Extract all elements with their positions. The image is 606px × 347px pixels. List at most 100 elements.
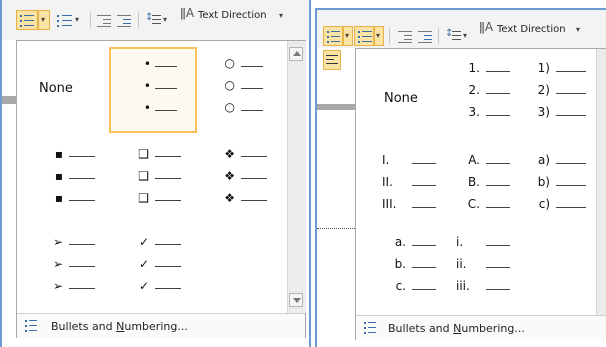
- scroll-up-button[interactable]: [289, 47, 303, 61]
- placeholder-line: [69, 288, 95, 289]
- document-text-edge: [317, 228, 355, 230]
- decrease-indent-button[interactable]: [94, 10, 112, 30]
- scroll-up-arrow-icon: [293, 51, 301, 56]
- numbering-none-option[interactable]: None: [384, 91, 440, 106]
- bullet-option-square[interactable]: ▪ ▪ ▪: [41, 147, 111, 213]
- number-label: 3): [537, 105, 550, 119]
- bullets-button[interactable]: [16, 10, 38, 30]
- number-label: a.: [394, 235, 406, 249]
- numbering-dropdown-button[interactable]: ▾: [374, 26, 384, 46]
- numbering-option-arabic-period[interactable]: 1. 2. 3.: [456, 61, 526, 127]
- placeholder-line: [556, 93, 586, 94]
- decrease-indent-button[interactable]: [395, 26, 413, 46]
- placeholder-line: [556, 163, 586, 164]
- gallery-scrollbar[interactable]: [287, 41, 306, 313]
- placeholder-line: [486, 71, 510, 72]
- bullets-and-numbering-label: Bullets and Numbering...: [388, 322, 525, 335]
- placeholder-line: [241, 88, 263, 89]
- text-direction-icon: ǁA: [180, 6, 195, 20]
- bullet-option-diamond[interactable]: ❖ ❖ ❖: [213, 147, 283, 213]
- placeholder-line: [155, 288, 181, 289]
- placeholder-line: [241, 178, 267, 179]
- increase-indent-button[interactable]: [114, 10, 132, 30]
- line-spacing-button[interactable]: ↕ ▾: [142, 10, 172, 30]
- increase-indent-icon: [117, 15, 131, 27]
- number-label: I.: [382, 153, 390, 167]
- decrease-indent-icon: [398, 31, 412, 43]
- numbering-option-roman-upper[interactable]: I. II. III.: [382, 153, 452, 219]
- numbering-option-arabic-paren[interactable]: 1) 2) 3): [526, 61, 596, 127]
- numbering-button[interactable]: ▾: [54, 10, 84, 30]
- number-label: 2.: [468, 83, 480, 97]
- text-direction-button[interactable]: ǁA Text Direction ▾: [178, 6, 288, 24]
- placeholder-line: [486, 163, 510, 164]
- placeholder-line: [241, 156, 267, 157]
- right-screenshot: ▾ ▾ ↕ ▾ ǁA Text Direction ▾ None 1. 2. 3…: [315, 0, 606, 347]
- chevron-down-icon: ▾: [345, 31, 350, 40]
- placeholder-line: [69, 178, 95, 179]
- gallery-scrollbar[interactable]: [596, 49, 606, 317]
- numbering-option-alpha-lower-paren[interactable]: a) b) c): [526, 153, 596, 219]
- bullet-option-checkmark[interactable]: ✓ ✓ ✓: [127, 235, 197, 301]
- bullets-dropdown-button[interactable]: ▾: [343, 26, 353, 46]
- placeholder-line: [412, 289, 436, 290]
- bullet-glyph: ✓: [138, 279, 149, 293]
- right-window-border: [315, 8, 606, 10]
- left-window-border-right: [309, 0, 311, 347]
- number-label: B.: [467, 175, 480, 189]
- placeholder-line: [486, 267, 510, 268]
- numbering-option-alpha-upper[interactable]: A. B. C.: [456, 153, 526, 219]
- chevron-down-icon: ▾: [41, 15, 46, 24]
- bullets-button[interactable]: [323, 26, 343, 46]
- number-label: 1): [537, 61, 550, 75]
- placeholder-line: [412, 267, 436, 268]
- increase-indent-button[interactable]: [415, 26, 433, 46]
- placeholder-line: [155, 66, 177, 67]
- placeholder-line: [556, 185, 586, 186]
- bullet-glyph: ✓: [138, 257, 149, 271]
- align-left-button[interactable]: [323, 50, 341, 70]
- number-label: A.: [468, 153, 480, 167]
- bullet-glyph: •: [143, 79, 151, 93]
- bullet-glyph: ▪: [54, 147, 63, 161]
- text-direction-label: Text Direction: [198, 10, 267, 21]
- bullet-option-arrow[interactable]: ➢ ➢ ➢: [41, 235, 111, 301]
- bullet-glyph: ▪: [54, 191, 63, 205]
- bullet-option-disc[interactable]: • • •: [127, 55, 187, 127]
- numbering-option-roman-lower[interactable]: i. ii. iii.: [456, 235, 526, 301]
- placeholder-line: [155, 244, 181, 245]
- bullet-option-hollow-square[interactable]: ❑ ❑ ❑: [127, 147, 197, 213]
- number-label: i.: [456, 235, 464, 249]
- chevron-down-icon: ▾: [279, 11, 284, 20]
- bullets-and-numbering-menu-item[interactable]: Bullets and Numbering...: [17, 313, 305, 338]
- scroll-down-button[interactable]: [289, 293, 303, 307]
- placeholder-line: [412, 207, 436, 208]
- placeholder-line: [155, 200, 181, 201]
- left-window-border: [0, 0, 2, 347]
- text-direction-button[interactable]: ǁA Text Direction ▾: [477, 20, 585, 38]
- placeholder-line: [241, 200, 267, 201]
- numbering-option-alpha-lower-period[interactable]: a. b. c.: [382, 235, 452, 301]
- scroll-down-arrow-icon: [293, 298, 301, 303]
- bullet-glyph: ❑: [138, 169, 149, 183]
- bullets-and-numbering-menu-item[interactable]: Bullets and Numbering...: [356, 315, 606, 340]
- numbering-button[interactable]: [354, 26, 374, 46]
- right-window-border-left: [315, 8, 317, 347]
- number-label: ii.: [456, 257, 467, 271]
- placeholder-line: [486, 115, 510, 116]
- bullet-option-circle[interactable]: ○ ○ ○: [213, 55, 279, 127]
- placeholder-line: [241, 110, 263, 111]
- placeholder-line: [155, 110, 177, 111]
- chevron-down-icon: ▾: [463, 31, 468, 40]
- line-spacing-icon: ↕: [145, 12, 161, 28]
- number-label: C.: [467, 197, 480, 211]
- bullet-none-option[interactable]: None: [39, 81, 99, 96]
- bullets-and-numbering-label: Bullets and Numbering...: [51, 320, 188, 333]
- bullets-dropdown-button[interactable]: ▾: [38, 10, 50, 30]
- line-spacing-icon: ↕: [445, 28, 461, 44]
- label-prefix: Bullets and: [388, 322, 454, 335]
- placeholder-line: [69, 200, 95, 201]
- number-label: c.: [395, 279, 406, 293]
- bullet-glyph: ❑: [138, 147, 149, 161]
- line-spacing-button[interactable]: ↕ ▾: [442, 26, 472, 46]
